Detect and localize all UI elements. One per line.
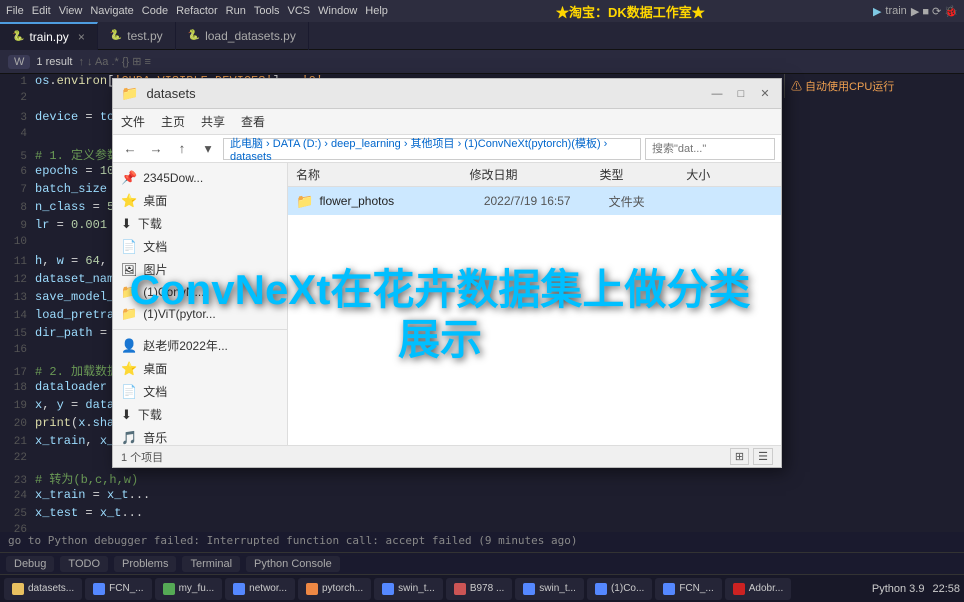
recent-button[interactable]: ▾ [197, 138, 219, 160]
sidebar-item-vit[interactable]: 📁 (1)ViT(pytor... [113, 303, 287, 325]
file-type: 文件夹 [609, 193, 688, 210]
taskbar-item-myfu[interactable]: my_fu... [155, 578, 223, 600]
taskbar-item-b978[interactable]: B978 ... [446, 578, 512, 600]
result-bar: W 1 result ↑ ↓ Aa .* {} ⊞ ≡ [0, 50, 964, 74]
sidebar-item-docs[interactable]: 📄 文档 [113, 235, 287, 258]
tab-python-console[interactable]: Python Console [246, 556, 340, 572]
log-text: go to Python debugger failed: Interrupte… [8, 534, 578, 547]
file-explorer-title: datasets [146, 86, 701, 101]
code-line: 23 # 转为(b,c,h,w) [0, 470, 964, 488]
tab-test-py[interactable]: 🐍 test.py [98, 22, 176, 50]
ide-top-bar: File Edit View Navigate Code Refactor Ru… [0, 0, 964, 22]
taskbar-item-pytorch[interactable]: pytorch... [298, 578, 371, 600]
taskbar-item-fcn2[interactable]: FCN_... [655, 578, 721, 600]
ribbon-tab-home[interactable]: 主页 [161, 113, 185, 130]
explorer-sidebar: 📌 2345Dow... ⭐ 桌面 ⬇ 下载 📄 文档 🖼 图片 📁 (1) [113, 163, 288, 445]
folder-icon: 📁 [296, 193, 313, 210]
sidebar-item-dl2[interactable]: ⬇ 下载 [113, 403, 287, 426]
explorer-main: 名称 修改日期 类型 大小 📁 flower_photos 2022/7/19 … [288, 163, 781, 445]
run-branch: ▶ train ▶ ■ ⟳ 🐞 [873, 5, 958, 18]
tab-problems[interactable]: Problems [114, 556, 176, 572]
python-version: Python 3.9 [872, 583, 925, 595]
ide-menu-bar[interactable]: File Edit View Navigate Code Refactor Ru… [6, 5, 388, 17]
sidebar-item-user[interactable]: 👤 赵老师2022年... [113, 334, 287, 357]
code-line: 24 x_train = x_t... [0, 488, 964, 506]
explorer-body: 📌 2345Dow... ⭐ 桌面 ⬇ 下载 📄 文档 🖼 图片 📁 (1) [113, 163, 781, 445]
ribbon-tab-view[interactable]: 查看 [241, 113, 265, 130]
taskbar-item-adobe[interactable]: Adobr... [725, 578, 791, 600]
up-button[interactable]: ↑ [171, 138, 193, 160]
taskbar-item-swin2[interactable]: swin_t... [515, 578, 584, 600]
forward-button[interactable]: → [145, 138, 167, 160]
taskbar-item-network[interactable]: networ... [225, 578, 295, 600]
tab-todo[interactable]: TODO [60, 556, 108, 572]
col-date: 修改日期 [469, 166, 599, 183]
tab-bar: 🐍 train.py × 🐍 test.py 🐍 load_datasets.p… [0, 22, 964, 50]
col-type: 类型 [600, 166, 687, 183]
info-box: ⚠ 自动使用CPU运行 [784, 74, 964, 98]
file-explorer-window: 📁 datasets — □ ✕ 文件 主页 共享 查看 ← → ↑ ▾ 此电脑… [112, 78, 782, 468]
back-button[interactable]: ← [119, 138, 141, 160]
minimize-button[interactable]: — [709, 86, 725, 102]
col-name: 名称 [296, 166, 469, 183]
column-headers: 名称 修改日期 类型 大小 [288, 163, 781, 187]
file-date: 2022/7/19 16:57 [484, 194, 603, 208]
explorer-statusbar: 1 个项目 ⊞ ☰ [113, 445, 781, 467]
file-explorer-titlebar: 📁 datasets — □ ✕ [113, 79, 781, 109]
sidebar-item-pics[interactable]: 🖼 图片 [113, 258, 287, 281]
taskbar-item-datasets[interactable]: datasets... [4, 578, 82, 600]
view-toggle[interactable]: ⊞ ☰ [730, 448, 773, 465]
tab-terminal[interactable]: Terminal [182, 556, 240, 572]
close-button[interactable]: ✕ [757, 86, 773, 102]
result-count: 1 result [36, 56, 72, 68]
page-title: ★淘宝：DK数据工作室★ [398, 2, 863, 21]
search-input[interactable] [645, 138, 775, 160]
sidebar-item-desktop2[interactable]: ⭐ 桌面 [113, 357, 287, 380]
sidebar-item-2345dow[interactable]: 📌 2345Dow... [113, 167, 287, 189]
log-area: go to Python debugger failed: Interrupte… [0, 532, 964, 552]
sidebar-item-convn[interactable]: 📁 (1)ConvN... [113, 281, 287, 303]
col-size: 大小 [686, 166, 773, 183]
taskbar-item-fcn[interactable]: FCN_... [85, 578, 151, 600]
taskbar-item-convnext[interactable]: (1)Co... [587, 578, 652, 600]
tab-debug[interactable]: Debug [6, 556, 54, 572]
taskbar: datasets... FCN_... my_fu... networ... p… [0, 574, 964, 602]
ribbon-tab-file[interactable]: 文件 [121, 113, 145, 130]
taskbar-item-swin1[interactable]: swin_t... [374, 578, 443, 600]
bottom-bar: Debug TODO Problems Terminal Python Cons… [0, 552, 964, 574]
file-row-flower-photos[interactable]: 📁 flower_photos 2022/7/19 16:57 文件夹 [288, 187, 781, 215]
sidebar-item-music[interactable]: 🎵 音乐 [113, 426, 287, 445]
clock: 22:58 [932, 583, 960, 595]
sidebar-item-desktop[interactable]: ⭐ 桌面 [113, 189, 287, 212]
breadcrumb[interactable]: 此电脑 › DATA (D:) › deep_learning › 其他项目 ›… [223, 138, 641, 160]
tab-load-datasets-py[interactable]: 🐍 load_datasets.py [176, 22, 309, 50]
maximize-button[interactable]: □ [733, 86, 749, 102]
item-count: 1 个项目 [121, 449, 163, 465]
ribbon-tabs: 文件 主页 共享 查看 [113, 109, 781, 135]
sidebar-item-downloads[interactable]: ⬇ 下载 [113, 212, 287, 235]
file-name: flower_photos [319, 194, 477, 208]
nav-bar: ← → ↑ ▾ 此电脑 › DATA (D:) › deep_learning … [113, 135, 781, 163]
code-line: 25 x_test = x_t... [0, 506, 964, 524]
sidebar-item-docs2[interactable]: 📄 文档 [113, 380, 287, 403]
taskbar-right: Python 3.9 22:58 [872, 583, 960, 595]
ribbon-tab-share[interactable]: 共享 [201, 113, 225, 130]
tab-train-py[interactable]: 🐍 train.py × [0, 22, 98, 50]
